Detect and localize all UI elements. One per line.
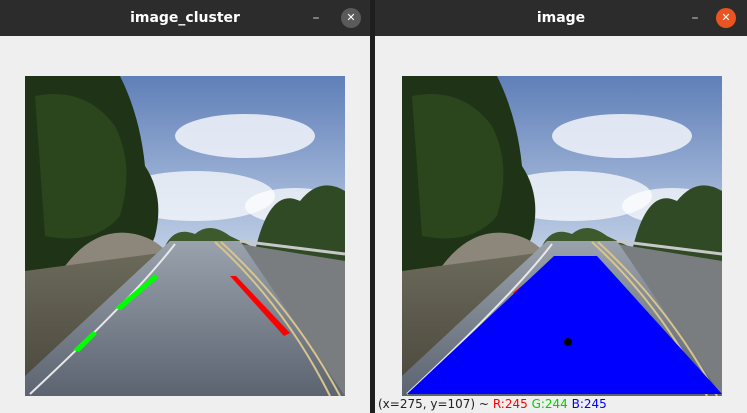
image-view[interactable] [402,76,722,396]
titlebar[interactable]: image – ✕ [375,0,747,36]
minimize-icon[interactable]: – [306,8,326,28]
close-icon[interactable]: ✕ [341,8,361,28]
pixel-info-statusbar: (x=275, y=107) ~ R:245 G:244 B:245 [375,396,747,413]
minimize-icon[interactable]: – [685,8,705,28]
pixel-g: G:244 [531,397,568,411]
close-icon[interactable]: ✕ [716,8,736,28]
pixel-b: B:245 [571,397,607,411]
pixel-r: R:245 [492,397,528,411]
cluster-image-view[interactable] [25,76,345,396]
window-image: image – ✕ (x=275, y=107) ~ R:245 G:244 B… [375,0,747,413]
cursor-coords: (x=275, y=107) ~ [378,397,489,411]
road-scene-image [25,76,345,396]
window-image-cluster: image_cluster – ✕ [0,0,370,413]
titlebar[interactable]: image_cluster – ✕ [0,0,370,36]
region-center-dot [564,338,572,346]
